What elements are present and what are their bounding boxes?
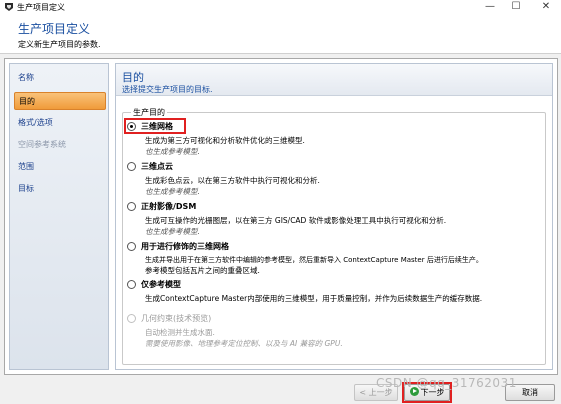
option-note: 也生成参考模型. [145,227,200,236]
option-note: 需要使用影像、地理参考定位控制、以及与 AI 兼容的 GPU. [145,339,343,348]
window-title: 生产项目定义 [17,3,65,12]
sidebar-item-extent[interactable]: 范围 [14,158,106,176]
wizard-header: 生产项目定义 定义新生产项目的参数. [0,14,561,54]
purpose-group: 生产目的 三维网格 生成为第三方可视化和分析软件优化的三维模型. 也生成参考模型… [122,107,546,365]
page-subtitle: 定义新生产项目的参数. [18,40,101,49]
sidebar: 名称 目的 格式/选项 空间参考系统 范围 目标 [9,63,109,370]
option-description: 生成彩色点云，以在第三方软件中执行可视化和分析. [145,176,320,185]
close-button[interactable]: ✕ [534,0,558,14]
option-description: 生成并导出用于在第三方软件中编辑的参考模型，然后重新导入 ContextCapt… [145,256,483,264]
minimize-button[interactable]: — [478,0,502,14]
radio-3d-mesh[interactable] [127,122,136,131]
option-label: 正射影像/DSM [141,202,197,211]
option-note: 也生成参考模型. [145,187,200,196]
option-label: 用于进行修饰的三维网格 [141,242,229,251]
radio-3d-point-cloud[interactable] [127,162,136,171]
watermark: CSDN @qq_31762031 [376,376,517,390]
radio-orthophoto-dsm[interactable] [127,202,136,211]
section-title: 目的 [122,71,144,84]
option-label: 几何约束(技术预览) [141,314,212,323]
app-icon [5,3,13,11]
option-description: 生成可互操作的光栅图层，以在第三方 GIS/CAD 软件或影像处理工具中执行可视… [145,216,447,225]
sidebar-item-destination[interactable]: 目标 [14,180,106,198]
sidebar-item-name[interactable]: 名称 [14,69,106,87]
option-label: 仅参考模型 [141,280,181,289]
option-note: 也生成参考模型. [145,147,200,156]
sidebar-item-spatial-reference: 空间参考系统 [18,140,66,149]
page-title: 生产项目定义 [18,22,91,36]
radio-mesh-for-retouching[interactable] [127,242,136,251]
option-description: 生成为第三方可视化和分析软件优化的三维模型. [145,136,305,145]
radio-geometric-constraints [127,314,136,323]
radio-reference-model-only[interactable] [127,280,136,289]
option-description: 生成ContextCapture Master内部使用的三维模型，用于质量控制，… [145,294,483,303]
sidebar-item-purpose[interactable]: 目的 [14,92,106,110]
wizard-frame: 名称 目的 格式/选项 空间参考系统 范围 目标 目的 选择提交生产项目的目标.… [4,58,558,375]
option-label: 三维点云 [141,162,173,171]
option-label: 三维网格 [141,122,173,131]
option-description: 自动检测并生成水面. [145,328,215,337]
option-description-2: 参考模型包括瓦片之间的重叠区域. [145,266,260,275]
title-bar: 生产项目定义 — ☐ ✕ [0,0,561,14]
section-header: 目的 选择提交生产项目的目标. [116,64,552,96]
sidebar-item-format-options[interactable]: 格式/选项 [14,114,106,132]
maximize-button[interactable]: ☐ [504,0,528,14]
group-label: 生产目的 [131,107,167,118]
content-panel: 目的 选择提交生产项目的目标. 生产目的 三维网格 生成为第三方可视化和分析软件… [115,63,553,370]
section-subtitle: 选择提交生产项目的目标. [122,85,213,94]
